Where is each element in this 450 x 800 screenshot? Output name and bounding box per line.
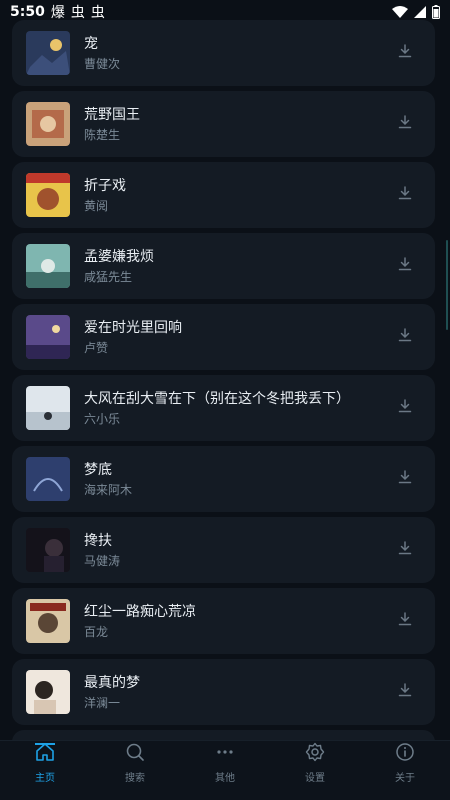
status-time: 5:50 (10, 4, 45, 20)
download-button[interactable] (387, 248, 423, 284)
song-artist: 咸猛先生 (84, 269, 133, 284)
notification-icon: 虫 (70, 5, 85, 21)
gear-icon (304, 741, 326, 763)
song-title: 搀扶 (84, 532, 112, 549)
song-artist: 洋澜一 (84, 695, 121, 710)
download-button[interactable] (387, 603, 423, 639)
search-icon (124, 741, 146, 763)
wifi-icon (392, 6, 408, 18)
download-icon (397, 469, 413, 489)
song-artist: 曹健次 (84, 56, 121, 71)
notification-icon: 爆 (50, 5, 65, 21)
nav-item-other[interactable]: 其他 (180, 741, 270, 784)
song-card[interactable]: 折子戏 黄阅 (12, 162, 435, 228)
active-tab-indicator (35, 743, 55, 745)
song-artist: 黄阅 (84, 198, 109, 213)
song-card-partial[interactable] (12, 730, 435, 740)
download-icon (397, 611, 413, 631)
album-cover (26, 457, 70, 501)
song-artist: 卢赞 (84, 340, 109, 355)
battery-icon (432, 5, 440, 19)
download-button[interactable] (387, 390, 423, 426)
album-cover (26, 31, 70, 75)
song-title: 最真的梦 (84, 674, 140, 691)
bottom-nav: 主页 搜索 其他 设置 关于 (0, 740, 450, 800)
scrollbar[interactable] (446, 240, 448, 330)
song-artist: 百龙 (84, 624, 109, 639)
nav-label: 其他 (215, 773, 235, 784)
download-button[interactable] (387, 319, 423, 355)
song-card[interactable]: 宠 曹健次 (12, 20, 435, 86)
song-title: 梦底 (84, 461, 112, 478)
download-button[interactable] (387, 35, 423, 71)
nav-item-home[interactable]: 主页 (0, 741, 90, 784)
nav-label: 搜索 (125, 773, 145, 784)
status-bar: 5:50 爆 虫 虫 (0, 0, 450, 24)
song-list[interactable]: 宠 曹健次 荒野国王 陈楚生 折子戏 黄阅 孟婆嫌我烦 咸猛先生 爱在时光里回响… (0, 0, 450, 740)
song-title: 折子戏 (84, 177, 126, 194)
song-card[interactable]: 大风在刮大雪在下（别在这个冬把我丢下） 六小乐 (12, 375, 435, 441)
song-card[interactable]: 爱在时光里回响 卢赞 (12, 304, 435, 370)
download-button[interactable] (387, 461, 423, 497)
song-card[interactable]: 孟婆嫌我烦 咸猛先生 (12, 233, 435, 299)
song-title: 红尘一路痴心荒凉 (84, 603, 196, 620)
download-button[interactable] (387, 674, 423, 710)
nav-item-about[interactable]: 关于 (360, 741, 450, 784)
download-icon (397, 256, 413, 276)
info-icon (394, 741, 416, 763)
song-card[interactable]: 荒野国王 陈楚生 (12, 91, 435, 157)
download-button[interactable] (387, 177, 423, 213)
song-card[interactable]: 梦底 海来阿木 (12, 446, 435, 512)
download-icon (397, 185, 413, 205)
song-card[interactable]: 搀扶 马健涛 (12, 517, 435, 583)
download-icon (397, 398, 413, 418)
song-title: 孟婆嫌我烦 (84, 248, 154, 265)
song-artist: 六小乐 (84, 411, 121, 426)
album-cover (26, 102, 70, 146)
nav-label: 关于 (395, 773, 415, 784)
song-title: 荒野国王 (84, 106, 140, 123)
download-icon (397, 540, 413, 560)
nav-label: 主页 (35, 773, 55, 784)
album-cover (26, 386, 70, 430)
song-artist: 海来阿木 (84, 482, 133, 497)
song-title: 爱在时光里回响 (84, 319, 182, 336)
download-icon (397, 327, 413, 347)
nav-item-settings[interactable]: 设置 (270, 741, 360, 784)
download-button[interactable] (387, 532, 423, 568)
song-card[interactable]: 最真的梦 洋澜一 (12, 659, 435, 725)
album-cover (26, 173, 70, 217)
download-button[interactable] (387, 106, 423, 142)
nav-label: 设置 (305, 773, 325, 784)
nav-item-search[interactable]: 搜索 (90, 741, 180, 784)
album-cover (26, 599, 70, 643)
download-icon (397, 682, 413, 702)
song-artist: 马健涛 (84, 553, 121, 568)
album-cover (26, 315, 70, 359)
download-icon (397, 43, 413, 63)
notification-icon: 虫 (90, 5, 105, 21)
album-cover (26, 244, 70, 288)
more-icon (214, 741, 236, 763)
song-title: 宠 (84, 35, 98, 52)
song-artist: 陈楚生 (84, 127, 121, 142)
song-card[interactable]: 红尘一路痴心荒凉 百龙 (12, 588, 435, 654)
album-cover (26, 670, 70, 714)
album-cover (26, 528, 70, 572)
song-title: 大风在刮大雪在下（别在这个冬把我丢下） (84, 390, 350, 407)
download-icon (397, 114, 413, 134)
signal-icon (414, 6, 426, 18)
